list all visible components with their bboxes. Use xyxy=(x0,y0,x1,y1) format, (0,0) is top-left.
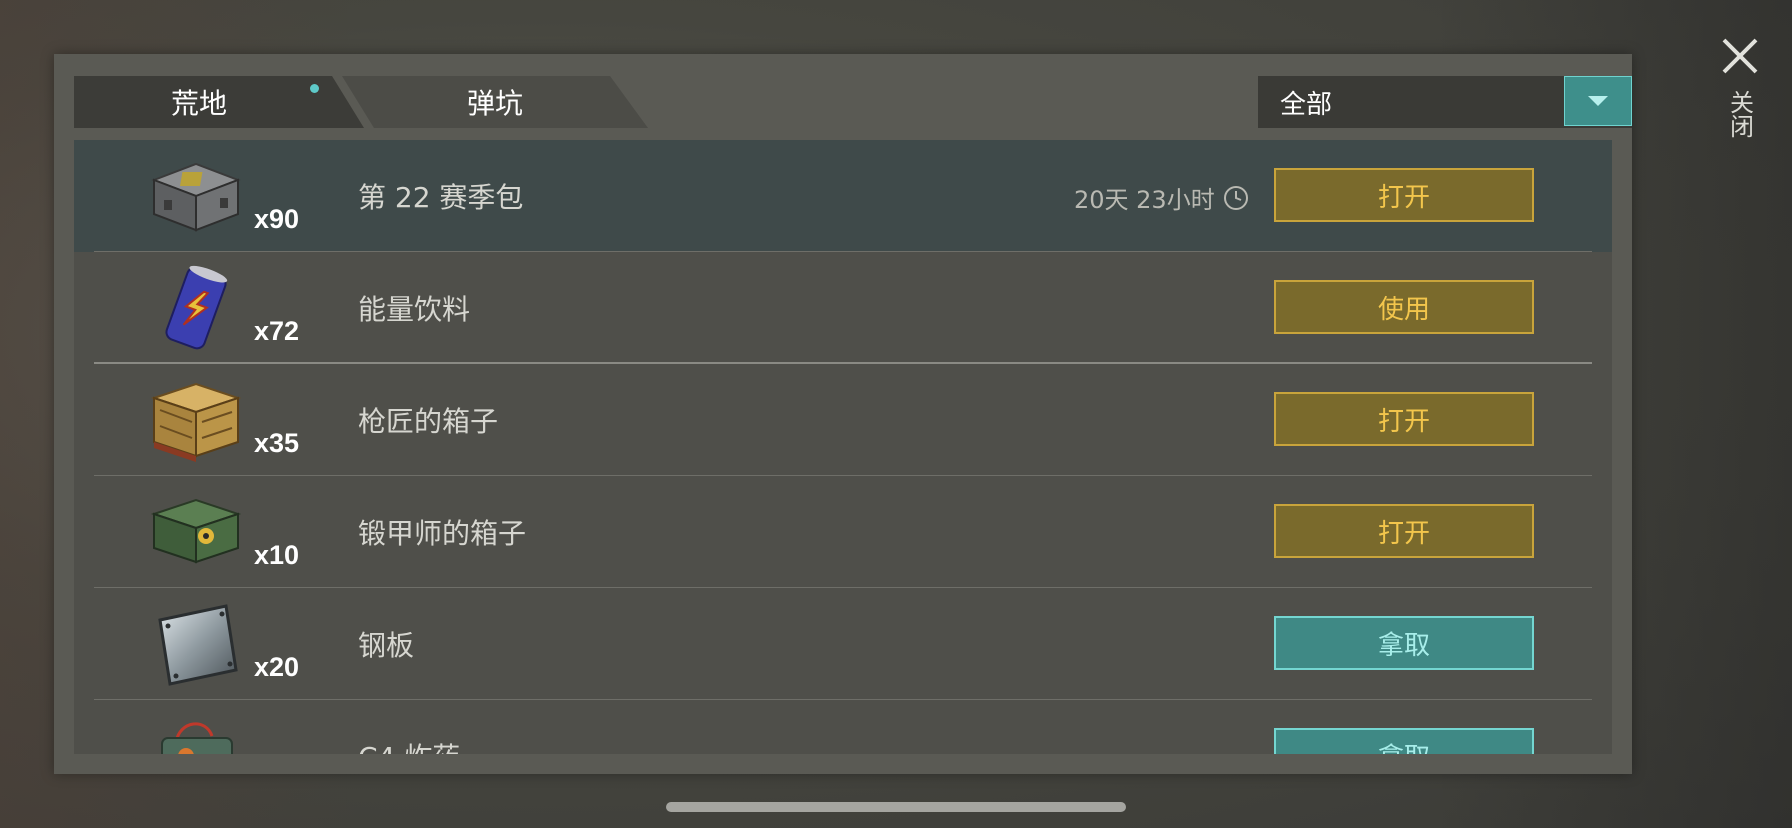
item-list[interactable]: x90 第 22 赛季包 20天 23小时 打开 x72 能量饮料 使用 x35… xyxy=(74,140,1612,754)
close-icon xyxy=(1722,38,1758,74)
item-name: 能量饮料 xyxy=(358,293,471,326)
item-name: 枪匠的箱子 xyxy=(358,405,499,438)
item-quantity: x90 xyxy=(254,204,300,234)
close-button[interactable]: 关闭 xyxy=(1710,36,1770,166)
close-label: 关闭 xyxy=(1725,90,1754,138)
tab-label: 荒地 xyxy=(170,87,227,120)
item-name: 锻甲师的箱子 xyxy=(358,517,527,550)
notification-dot xyxy=(310,84,319,93)
take-button[interactable]: 拿取 xyxy=(1274,616,1534,670)
list-item[interactable]: C4 炸药 拿取 xyxy=(74,700,1612,754)
item-name: 第 22 赛季包 xyxy=(358,181,524,214)
filter-dropdown[interactable]: 全部 xyxy=(1258,76,1632,128)
clock-icon xyxy=(1223,185,1248,210)
filter-selected-value: 全部 xyxy=(1280,89,1333,120)
triangle-down-icon xyxy=(1588,96,1608,106)
steel-plate-icon xyxy=(158,604,238,686)
item-quantity: x35 xyxy=(254,428,300,458)
energy-drink-can-icon xyxy=(165,265,228,350)
tab-crater[interactable]: 弹坑 xyxy=(342,76,648,128)
open-button[interactable]: 打开 xyxy=(1274,168,1534,222)
list-item[interactable]: x20 钢板 拿取 xyxy=(74,588,1612,700)
use-button[interactable]: 使用 xyxy=(1274,280,1534,334)
green-box-icon xyxy=(150,498,242,564)
list-item[interactable]: x35 枪匠的箱子 打开 xyxy=(74,364,1612,476)
c4-explosive-icon xyxy=(161,722,233,754)
item-quantity: x10 xyxy=(254,540,300,570)
tab-bar: 荒地 弹坑 全部 xyxy=(74,76,1632,128)
list-item[interactable]: x10 锻甲师的箱子 打开 xyxy=(74,476,1612,588)
timer-text: 20天 23小时 xyxy=(1074,186,1215,214)
open-button[interactable]: 打开 xyxy=(1274,504,1534,558)
item-quantity: x72 xyxy=(254,316,300,346)
inventory-panel: 荒地 弹坑 全部 x90 第 22 赛季包 20天 23小时 打开 x72 能量… xyxy=(54,54,1632,774)
list-item[interactable]: x90 第 22 赛季包 20天 23小时 打开 xyxy=(74,140,1612,252)
dropdown-toggle-button[interactable] xyxy=(1564,76,1632,126)
list-item[interactable]: x72 能量饮料 使用 xyxy=(74,252,1612,364)
open-button[interactable]: 打开 xyxy=(1274,392,1534,446)
home-indicator[interactable] xyxy=(666,802,1126,812)
season-crate-icon xyxy=(151,162,241,232)
tab-label: 弹坑 xyxy=(466,87,523,120)
item-name: 钢板 xyxy=(358,629,415,662)
wooden-crate-icon xyxy=(150,382,242,462)
tab-wasteland[interactable]: 荒地 xyxy=(74,76,364,128)
item-quantity: x20 xyxy=(254,652,300,682)
item-timer: 20天 23小时 xyxy=(1074,180,1249,215)
item-name: C4 炸药 xyxy=(358,736,460,754)
take-button[interactable]: 拿取 xyxy=(1274,728,1534,754)
